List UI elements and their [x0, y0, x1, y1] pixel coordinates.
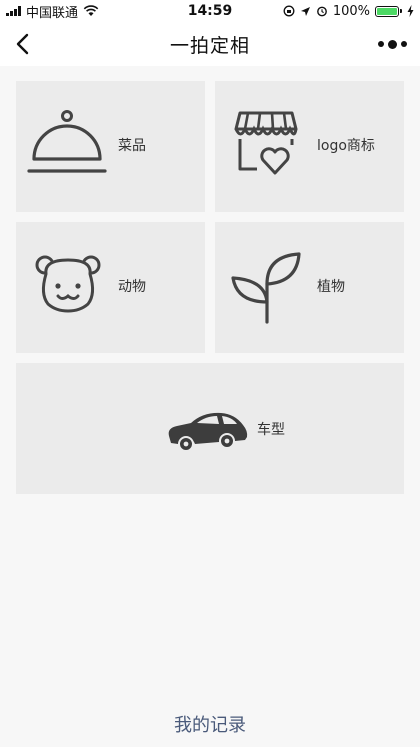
- battery-icon: [375, 5, 402, 17]
- location-arrow-icon: [300, 6, 310, 16]
- charging-bolt-icon: [407, 5, 414, 17]
- category-label-food: 菜品: [118, 138, 146, 154]
- car-content: 车型: [165, 406, 285, 452]
- page-title: 一拍定相: [169, 34, 250, 57]
- dot-icon: [387, 39, 397, 49]
- navigation-bar: 一拍定相: [0, 22, 420, 66]
- category-tile-animal[interactable]: 动物: [16, 222, 205, 353]
- dot-icon: [400, 41, 407, 47]
- category-tile-plant[interactable]: 植物: [215, 222, 404, 353]
- bear-face-icon: [35, 255, 101, 313]
- my-records-link[interactable]: 我的记录: [0, 711, 420, 737]
- status-bar: 中国联通 14:59 100%: [0, 0, 420, 22]
- signal-icon: [6, 6, 21, 16]
- alarm-icon: [316, 6, 327, 17]
- category-tile-car[interactable]: 车型: [16, 363, 404, 494]
- category-tile-food[interactable]: 菜品: [16, 81, 205, 212]
- back-button[interactable]: [6, 28, 38, 60]
- food-cloche-icon: [27, 110, 107, 173]
- sprout-icon: [231, 252, 301, 324]
- carrier-name: 中国联通: [26, 5, 79, 21]
- category-tile-logo[interactable]: logo商标: [215, 81, 404, 212]
- more-options-button[interactable]: [372, 28, 412, 60]
- status-right: 100%: [283, 4, 414, 19]
- wifi-icon: [83, 5, 99, 16]
- rotation-lock-icon: [283, 5, 295, 17]
- dot-icon: [377, 41, 384, 47]
- car-icon: [168, 412, 248, 452]
- status-left: 中国联通: [6, 2, 99, 21]
- category-label-plant: 植物: [317, 279, 345, 295]
- category-label-car: 车型: [257, 421, 285, 438]
- chevron-left-icon: [16, 33, 29, 55]
- battery-percent: 100%: [332, 3, 370, 19]
- store-heart-icon: [234, 111, 298, 175]
- category-label-animal: 动物: [118, 279, 146, 295]
- category-label-logo: logo商标: [317, 138, 375, 154]
